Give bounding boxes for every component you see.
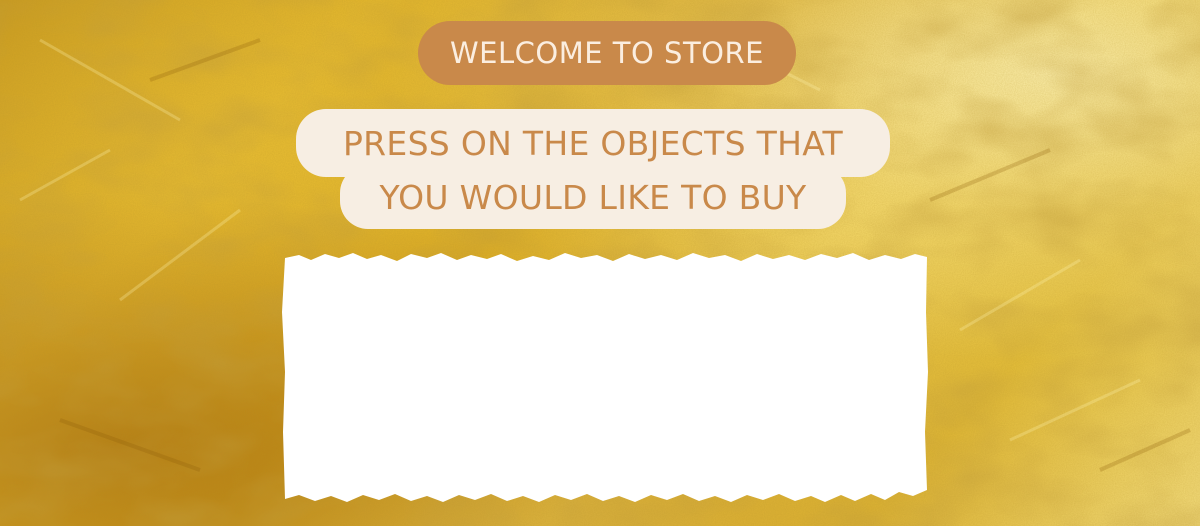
products-panel[interactable] <box>281 252 929 506</box>
welcome-badge: WELCOME TO STORE <box>418 21 796 85</box>
torn-paper-panel-shape <box>282 253 928 502</box>
instruction-line-2: YOU WOULD LIKE TO BUY <box>340 165 846 229</box>
gold-textured-background: WELCOME TO STORE PRESS ON THE OBJECTS TH… <box>0 0 1200 526</box>
